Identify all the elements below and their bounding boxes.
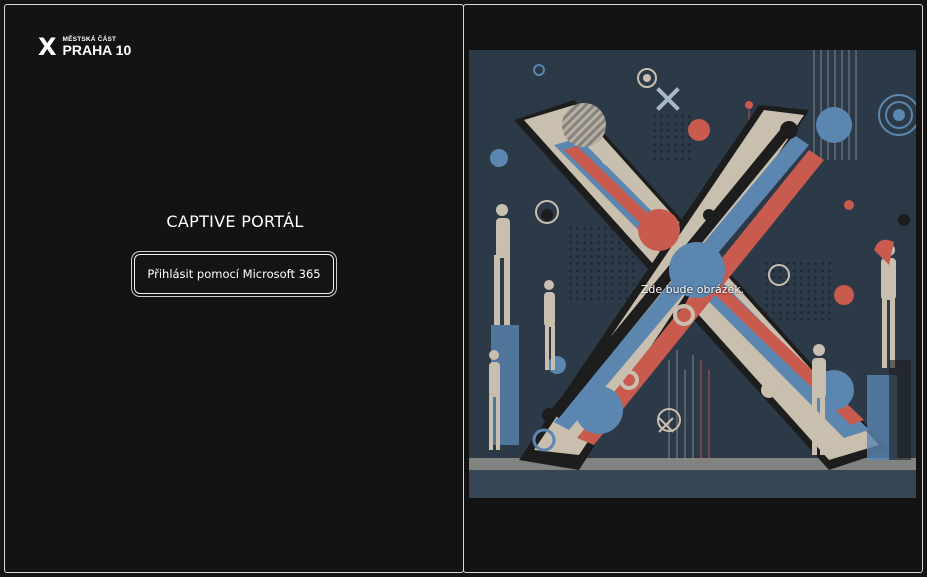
image-placeholder-caption: Zde bude obrázek. [640, 283, 745, 296]
login-panel: X MĚSTSKÁ ČÁST PRAHA 10 CAPTIVE PORTÁL P… [4, 4, 464, 573]
logo-text: MĚSTSKÁ ČÁST PRAHA 10 [63, 36, 132, 58]
page: X MĚSTSKÁ ČÁST PRAHA 10 CAPTIVE PORTÁL P… [0, 0, 927, 577]
logo: X MĚSTSKÁ ČÁST PRAHA 10 [38, 33, 132, 61]
page-title: CAPTIVE PORTÁL [166, 212, 304, 231]
image-panel: Zde bude obrázek. [463, 4, 923, 573]
logo-line2: PRAHA 10 [62, 42, 132, 58]
microsoft-login-button[interactable]: Přihlásit pomocí Microsoft 365 [134, 254, 334, 294]
logo-x-icon: X [38, 33, 57, 61]
illustration: Zde bude obrázek. [469, 50, 916, 498]
illustration-graphic [469, 50, 916, 498]
